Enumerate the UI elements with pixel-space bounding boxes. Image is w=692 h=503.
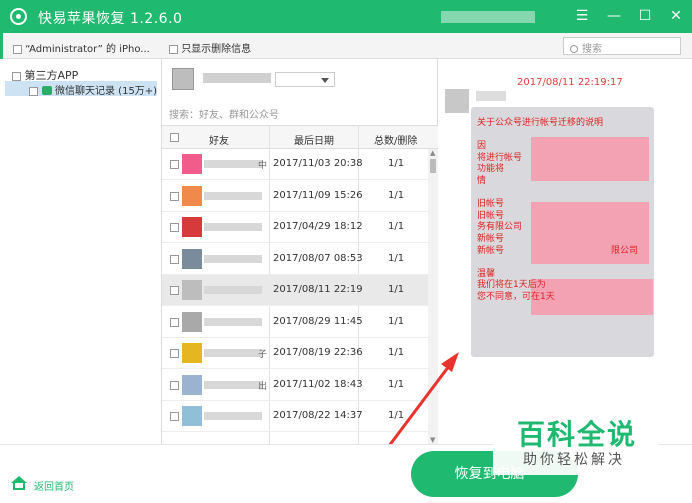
watermark-subtitle: 助你轻松解决 xyxy=(523,452,625,468)
watermark: 百科全说 助你轻松解决 xyxy=(493,407,658,475)
watermark-title: 百科全说 xyxy=(517,418,638,451)
back-home-link[interactable]: 返回首页 xyxy=(34,478,74,493)
home-icon[interactable] xyxy=(11,476,27,483)
